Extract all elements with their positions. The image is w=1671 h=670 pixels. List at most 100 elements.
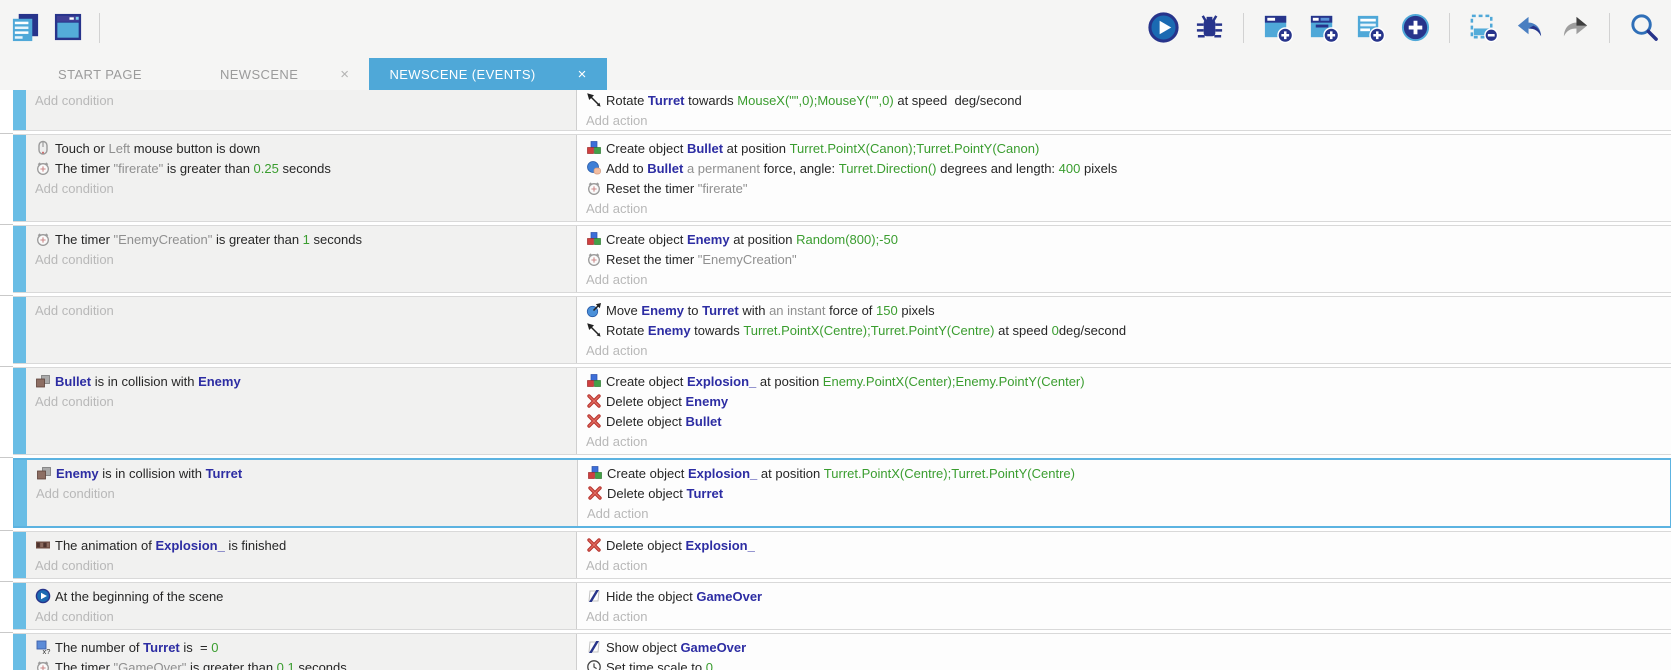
search-icon[interactable] <box>1628 12 1659 43</box>
event-drag-handle[interactable] <box>13 226 26 292</box>
actions-column: Show object GameOverSet time scale to 0A… <box>577 634 1671 670</box>
instruction-text: 1 <box>302 231 310 247</box>
add-subevent-icon[interactable] <box>1308 12 1339 43</box>
action-line[interactable]: Show object GameOver <box>577 637 1671 657</box>
event-drag-handle[interactable] <box>13 297 26 363</box>
condition-line[interactable]: x? The number of Turret is = 0 <box>26 637 576 657</box>
instruction-text: Rotate <box>606 92 648 108</box>
redo-icon[interactable] <box>1560 12 1591 43</box>
tab-newscene-events[interactable]: NEWSCENE (EVENTS) × <box>369 58 607 90</box>
action-line[interactable]: Add to Bullet a permanent force, angle: … <box>577 158 1671 178</box>
add-condition-button[interactable]: Add condition <box>26 178 576 198</box>
action-line[interactable]: Hide the object GameOver <box>577 586 1671 606</box>
event-row: Enemy is in collision with Turret Add con… <box>0 458 1671 531</box>
instruction-text: at speed <box>893 92 951 108</box>
event-row: At the beginning of the scene Add conditi… <box>0 582 1671 633</box>
condition-line[interactable]: The animation of Explosion_ is finished <box>26 535 576 555</box>
instruction-text: Set time scale to <box>606 659 706 670</box>
add-action-button[interactable]: Add action <box>577 198 1671 218</box>
event-drag-handle[interactable] <box>14 460 27 526</box>
instruction-text: The timer <box>55 659 114 670</box>
close-tab-icon[interactable]: × <box>340 66 349 83</box>
event-drag-handle[interactable] <box>13 634 26 670</box>
action-line[interactable]: Delete object Enemy <box>577 391 1671 411</box>
add-action-button[interactable]: Add action <box>577 555 1671 575</box>
event-row: The animation of Explosion_ is finished A… <box>0 531 1671 582</box>
add-action-button[interactable]: Add action <box>577 606 1671 626</box>
event-gutter <box>0 90 13 134</box>
add-condition-button[interactable]: Add condition <box>26 606 576 626</box>
event-drag-handle[interactable] <box>13 532 26 578</box>
close-tab-icon[interactable]: × <box>578 66 587 83</box>
undo-icon[interactable] <box>1514 12 1545 43</box>
action-line[interactable]: Create object Enemy at position Random(8… <box>577 229 1671 249</box>
scene-editor-icon[interactable] <box>53 12 84 43</box>
add-action-button[interactable]: Add action <box>577 269 1671 289</box>
add-condition-button[interactable]: Add condition <box>26 249 576 269</box>
action-line[interactable]: Create object Explosion_ at position Tur… <box>578 463 1670 483</box>
action-line[interactable]: Delete object Bullet <box>577 411 1671 431</box>
event-row: Add condition Move Enemy to Turret with a… <box>0 296 1671 367</box>
condition-line[interactable]: Bullet is in collision with Enemy <box>26 371 576 391</box>
instruction-text: Explosion_ <box>155 537 225 553</box>
tab-start-page[interactable]: START PAGE <box>0 58 200 90</box>
event-gutter <box>0 134 13 225</box>
add-action-button[interactable]: Add action <box>577 340 1671 360</box>
event-body: At the beginning of the scene Add conditi… <box>13 582 1671 630</box>
remove-selection-icon[interactable] <box>1468 12 1499 43</box>
tab-newscene[interactable]: NEWSCENE × <box>200 58 370 90</box>
instruction-text: The animation of <box>55 537 156 553</box>
action-line[interactable]: Rotate Turret towards MouseX("",0);Mouse… <box>577 90 1671 110</box>
action-line[interactable]: Delete object Turret <box>578 483 1670 503</box>
action-line[interactable]: Create object Bullet at position Turret.… <box>577 138 1671 158</box>
instruction-text: Bullet <box>647 160 684 176</box>
event-drag-handle[interactable] <box>13 135 26 221</box>
event-drag-handle[interactable] <box>13 90 26 130</box>
add-condition-button[interactable]: Add condition <box>26 555 576 575</box>
add-action-button[interactable]: Add action <box>578 503 1670 523</box>
add-action-button[interactable]: Add action <box>577 431 1671 451</box>
condition-line[interactable]: Enemy is in collision with Turret <box>27 463 577 483</box>
add-event-icon[interactable] <box>1262 12 1293 43</box>
instruction-text: Delete object <box>607 485 687 501</box>
delete-icon <box>587 485 603 501</box>
add-condition-button[interactable]: Add condition <box>26 90 576 110</box>
event-body: The animation of Explosion_ is finished A… <box>13 531 1671 579</box>
instruction-text: 0 <box>211 639 219 655</box>
condition-line[interactable]: The timer "EnemyCreation" is greater tha… <box>26 229 576 249</box>
add-condition-button[interactable]: Add condition <box>26 300 576 320</box>
add-circle-icon[interactable] <box>1400 12 1431 43</box>
instruction-text: Turret.PointX(Centre);Turret.PointY(Cent… <box>743 322 995 338</box>
add-condition-button[interactable]: Add condition <box>26 391 576 411</box>
instruction-text: "EnemyCreation" <box>113 231 213 247</box>
add-action-button[interactable]: Add action <box>577 110 1671 130</box>
action-line[interactable]: Reset the timer "EnemyCreation" <box>577 249 1671 269</box>
condition-line[interactable]: The timer "GameOver" is greater than 0.1… <box>26 657 576 670</box>
instruction-text: Left <box>108 140 131 156</box>
action-line[interactable]: Create object Explosion_ at position Ene… <box>577 371 1671 391</box>
add-comment-icon[interactable] <box>1354 12 1385 43</box>
instruction-text: The timer <box>55 231 114 247</box>
instruction-text: is finished <box>224 537 287 553</box>
condition-line[interactable]: Touch or Left mouse button is down <box>26 138 576 158</box>
event-drag-handle[interactable] <box>13 368 26 454</box>
condition-line[interactable]: At the beginning of the scene <box>26 586 576 606</box>
instruction-text: Turret <box>702 302 739 318</box>
event-drag-handle[interactable] <box>13 583 26 629</box>
toolbar-divider <box>1609 12 1610 43</box>
actions-column: Create object Enemy at position Random(8… <box>577 226 1671 292</box>
add-condition-button[interactable]: Add condition <box>27 483 577 503</box>
action-line[interactable]: Reset the timer "firerate" <box>577 178 1671 198</box>
condition-line[interactable]: The timer "firerate" is greater than 0.2… <box>26 158 576 178</box>
action-line[interactable]: Set time scale to 0 <box>577 657 1671 670</box>
instruction-text: is greater than <box>212 231 303 247</box>
instruction-text: seconds <box>309 231 362 247</box>
action-line[interactable]: Rotate Enemy towards Turret.PointX(Centr… <box>577 320 1671 340</box>
action-line[interactable]: Delete object Explosion_ <box>577 535 1671 555</box>
action-line[interactable]: Move Enemy to Turret with an instant for… <box>577 300 1671 320</box>
instruction-text: an instant <box>769 302 826 318</box>
preview-play-icon[interactable] <box>1148 12 1179 43</box>
project-manager-icon[interactable] <box>10 12 41 43</box>
debugger-icon[interactable] <box>1194 12 1225 43</box>
tab-label: NEWSCENE (EVENTS) <box>389 66 536 82</box>
